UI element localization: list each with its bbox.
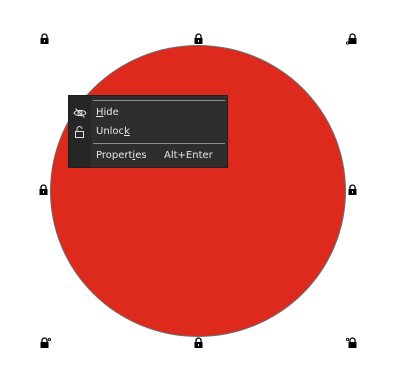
- lock-handle-top-center[interactable]: [193, 33, 205, 45]
- lock-handle-top-right[interactable]: [346, 33, 358, 45]
- menu-separator: [93, 143, 225, 144]
- context-menu: Hide Unlock Properties Alt+Enter: [69, 96, 227, 167]
- lock-icon: [194, 33, 203, 44]
- lock-with-rotate-icon: [346, 337, 357, 348]
- lock-with-rotate-icon: [346, 33, 357, 45]
- menu-item-unlock[interactable]: Unlock: [69, 123, 227, 141]
- lock-handle-middle-right[interactable]: [347, 184, 359, 196]
- menu-label-properties: Properties: [96, 150, 147, 161]
- lock-handle-top-left[interactable]: [39, 33, 51, 45]
- lock-icon: [39, 184, 48, 195]
- lock-with-rotate-icon: [40, 337, 51, 348]
- menu-label-unlock: Unlock: [96, 126, 130, 137]
- menu-item-hide[interactable]: Hide: [69, 104, 227, 122]
- lock-handle-bottom-right[interactable]: [346, 337, 358, 349]
- menu-separator: [93, 100, 225, 101]
- lock-handle-bottom-left[interactable]: [39, 337, 51, 349]
- eye-slash-icon: [73, 108, 87, 118]
- lock-handle-middle-left[interactable]: [38, 184, 50, 196]
- lock-handle-bottom-center[interactable]: [193, 337, 205, 349]
- menu-label-hide: Hide: [96, 107, 119, 118]
- menu-item-properties[interactable]: Properties Alt+Enter: [69, 147, 227, 165]
- lock-icon: [348, 184, 357, 195]
- menu-shortcut-properties: Alt+Enter: [164, 150, 213, 161]
- unlock-icon: [75, 126, 84, 138]
- lock-icon: [40, 33, 49, 44]
- red-circle-shape[interactable]: [50, 45, 346, 337]
- drawing-canvas[interactable]: Hide Unlock Properties Alt+Enter: [0, 0, 400, 382]
- lock-icon: [194, 337, 203, 348]
